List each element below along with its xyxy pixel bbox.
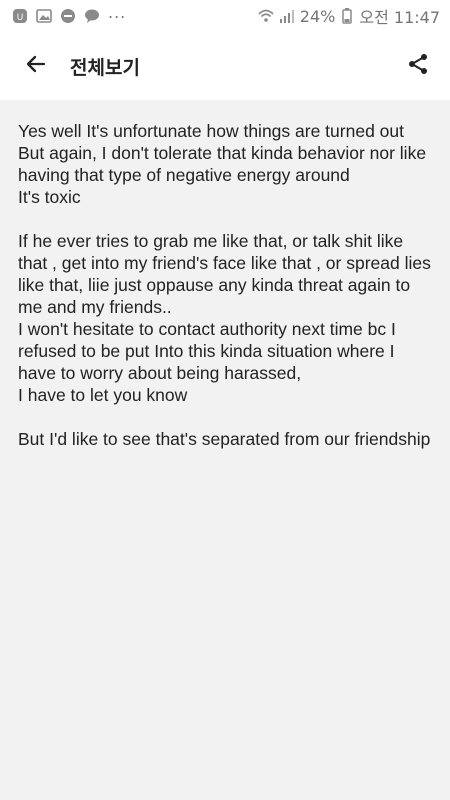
app-icon: U (12, 8, 28, 24)
message-line: But I'd like to see that's separated fro… (18, 429, 431, 449)
message-line: I have to let you know (18, 385, 188, 405)
overflow-indicator: ... (108, 3, 127, 22)
clock: 오전 11:47 (359, 8, 440, 27)
back-button[interactable] (22, 52, 50, 80)
message-line: I won't hesitate to contact authority ne… (18, 319, 396, 383)
message-paragraph: But I'd like to see that's separated fro… (18, 428, 434, 450)
svg-text:U: U (17, 13, 24, 23)
chat-icon (84, 8, 100, 24)
notification-icons: U ... (12, 3, 127, 24)
app-bar: 전체보기 (0, 32, 450, 100)
message-paragraph: Yes well It's unfortunate how things are… (18, 120, 434, 208)
battery-percent: 24% (299, 6, 336, 26)
page-title: 전체보기 (70, 56, 140, 79)
battery-icon (339, 8, 355, 24)
message-line: It's toxic (18, 187, 81, 207)
status-bar: U ... 24% 오전 11:47 (0, 0, 450, 32)
gallery-icon (36, 8, 52, 24)
wifi-icon (258, 8, 274, 24)
share-icon (407, 53, 429, 79)
message-line: If he ever tries to grab me like that, o… (18, 231, 431, 317)
message-line: But again, I don't tolerate that kinda b… (18, 143, 427, 185)
sale-badge-icon (60, 8, 76, 24)
share-button[interactable] (404, 52, 432, 80)
status-right: 24% 오전 11:47 (258, 4, 440, 28)
message-body: Yes well It's unfortunate how things are… (0, 100, 450, 800)
message-line: Yes well It's unfortunate how things are… (18, 121, 404, 141)
message-paragraph: If he ever tries to grab me like that, o… (18, 230, 434, 406)
arrow-left-icon (24, 52, 48, 80)
signal-icon (278, 8, 294, 24)
